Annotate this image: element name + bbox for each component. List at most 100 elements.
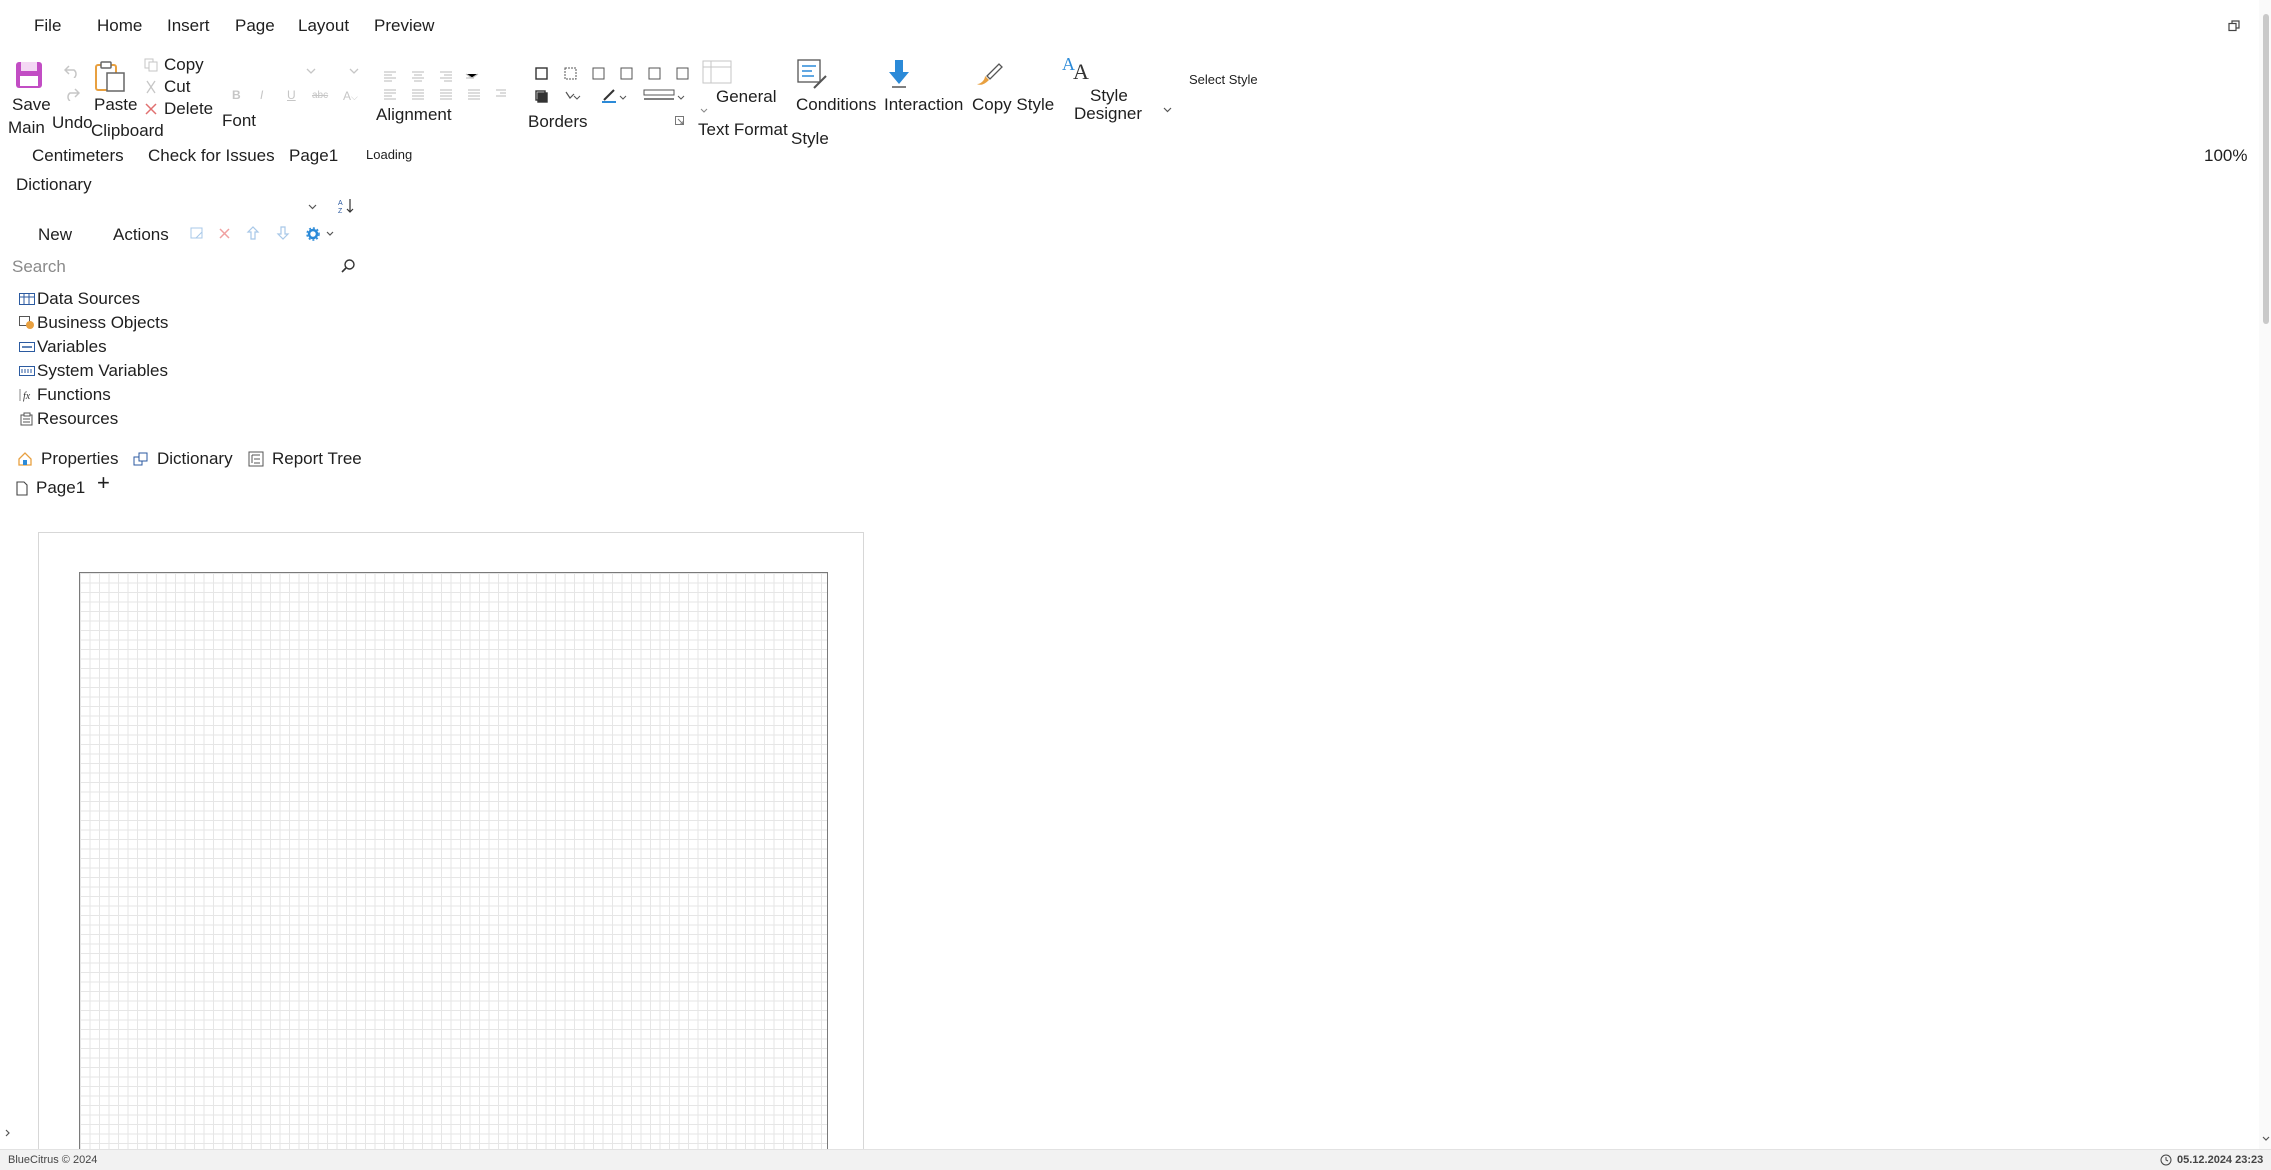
svg-text:Z: Z xyxy=(338,208,343,214)
style-designer-button[interactable]: A A xyxy=(1062,52,1092,82)
borders-group-label: Borders xyxy=(528,112,588,131)
tree-item-system-variables[interactable]: System Variables xyxy=(19,361,168,381)
expand-panel-icon[interactable] xyxy=(5,1129,11,1137)
save-icon xyxy=(16,62,42,88)
menu-page[interactable]: Page xyxy=(235,16,275,36)
menu-preview[interactable]: Preview xyxy=(374,16,434,36)
tab-dictionary[interactable]: Dictionary xyxy=(133,449,233,469)
text-format-group-label: Text Format xyxy=(698,120,788,139)
tree-item-data-sources[interactable]: Data Sources xyxy=(19,289,140,309)
tree-item-label: Variables xyxy=(37,337,107,356)
style-group-label: Style xyxy=(791,129,829,148)
page-grid[interactable] xyxy=(79,572,828,1170)
dictionary-datasource-chevron-down-icon[interactable] xyxy=(308,204,317,210)
dictionary-actions-button[interactable]: Actions xyxy=(113,225,169,245)
units-selector[interactable]: Centimeters xyxy=(32,146,124,166)
save-label: Save xyxy=(12,95,51,114)
sort-icon[interactable]: A Z xyxy=(338,198,354,214)
clipboard-group-label: Clipboard xyxy=(91,121,164,140)
svg-text:fx: fx xyxy=(23,391,31,402)
scroll-down-icon[interactable] xyxy=(2262,1136,2270,1142)
tab-report-tree[interactable]: Report Tree xyxy=(248,449,362,469)
settings-icon xyxy=(306,227,320,241)
font-size-dropdown[interactable] xyxy=(349,68,359,74)
underline-icon[interactable]: U xyxy=(287,88,296,102)
cut-icon xyxy=(146,80,156,94)
delete-label: Delete xyxy=(164,99,214,118)
cut-button[interactable]: Cut xyxy=(144,77,190,97)
report-tree-icon xyxy=(248,451,264,467)
variables-icon xyxy=(19,342,35,352)
interaction-button[interactable] xyxy=(884,58,914,90)
restore-window-icon[interactable] xyxy=(2228,20,2240,32)
conditions-button[interactable] xyxy=(796,58,828,90)
tab-properties[interactable]: Properties xyxy=(17,449,118,469)
cut-label: Cut xyxy=(164,77,191,96)
tree-item-resources[interactable]: Resources xyxy=(19,409,118,429)
tree-item-business-objects[interactable]: Business Objects xyxy=(19,313,168,333)
add-page-button[interactable]: + xyxy=(97,470,110,496)
tab-dictionary-label: Dictionary xyxy=(157,449,233,468)
clock-icon xyxy=(2160,1154,2172,1166)
search-input[interactable] xyxy=(12,254,322,280)
copy-style-icon xyxy=(977,63,1003,85)
copy-style-button[interactable] xyxy=(973,58,1003,90)
vertical-scrollbar[interactable] xyxy=(2259,0,2271,1149)
select-style-dropdown[interactable]: Select Style xyxy=(1189,72,1258,87)
undo-icon[interactable] xyxy=(64,64,80,78)
strikethrough-icon[interactable]: abc xyxy=(312,90,328,101)
chevron-down-icon xyxy=(306,68,316,74)
italic-icon[interactable]: I xyxy=(260,88,263,102)
general-format-label[interactable]: General xyxy=(716,87,776,107)
tree-item-label: System Variables xyxy=(37,361,169,380)
style-designer-icon: A A xyxy=(1062,54,1089,82)
dictionary-new-button[interactable]: New xyxy=(38,225,72,245)
move-down-icon xyxy=(276,226,290,240)
save-target-label: Main xyxy=(8,118,45,137)
menu-insert[interactable]: Insert xyxy=(167,16,210,36)
menu-home[interactable]: Home xyxy=(97,16,142,36)
font-color-icon[interactable]: A⌵ xyxy=(343,89,358,103)
menu-file[interactable]: File xyxy=(34,16,61,36)
save-button[interactable] xyxy=(10,60,50,90)
format-chevron-down-icon[interactable] xyxy=(700,108,708,113)
redo-icon[interactable] xyxy=(64,87,80,101)
resources-icon xyxy=(20,412,33,426)
data-sources-icon xyxy=(19,293,35,305)
style-designer-chevron-down-icon[interactable] xyxy=(1163,107,1172,113)
font-name-dropdown[interactable] xyxy=(306,68,316,74)
check-for-issues-button[interactable]: Check for Issues xyxy=(148,146,275,166)
page-tab-page1[interactable]: Page1 xyxy=(16,478,85,498)
paste-icon xyxy=(95,61,125,92)
dictionary-title: Dictionary xyxy=(16,175,92,194)
dictionary-search xyxy=(12,254,360,280)
font-group-label: Font xyxy=(222,111,257,130)
page-icon xyxy=(16,480,28,496)
bold-icon[interactable]: B xyxy=(232,88,241,102)
scrollbar-thumb[interactable] xyxy=(2263,14,2269,324)
paste-button[interactable] xyxy=(93,60,127,92)
tree-item-variables[interactable]: Variables xyxy=(19,337,107,357)
tree-item-functions[interactable]: fx Functions xyxy=(19,385,111,405)
menu-layout[interactable]: Layout xyxy=(298,16,349,36)
borders-dialog-launcher-icon[interactable] xyxy=(675,116,684,125)
alignment-icons xyxy=(382,70,517,102)
search-icon[interactable] xyxy=(340,258,356,274)
current-page-label[interactable]: Page1 xyxy=(289,146,338,166)
paste-label: Paste xyxy=(94,95,138,114)
copyright-label: BlueCitrus © 2024 xyxy=(8,1154,98,1166)
status-bar: BlueCitrus © 2024 05.12.2024 23:23 xyxy=(0,1149,2271,1170)
text-format-icon[interactable] xyxy=(702,60,732,84)
delete-icon xyxy=(145,103,157,115)
delete-button[interactable]: Delete xyxy=(144,99,213,119)
dictionary-icon xyxy=(133,452,148,466)
undo-group-label: Undo xyxy=(52,113,93,132)
tab-report-tree-label: Report Tree xyxy=(272,449,362,468)
zoom-level[interactable]: 100% xyxy=(2204,146,2247,166)
conditions-icon xyxy=(797,59,827,89)
svg-text:A: A xyxy=(1073,59,1089,82)
copy-style-label: Copy Style xyxy=(972,95,1055,114)
copy-button[interactable]: Copy xyxy=(144,55,204,75)
remove-icon xyxy=(219,228,230,239)
style-designer-label-2: Designer xyxy=(1074,104,1143,123)
